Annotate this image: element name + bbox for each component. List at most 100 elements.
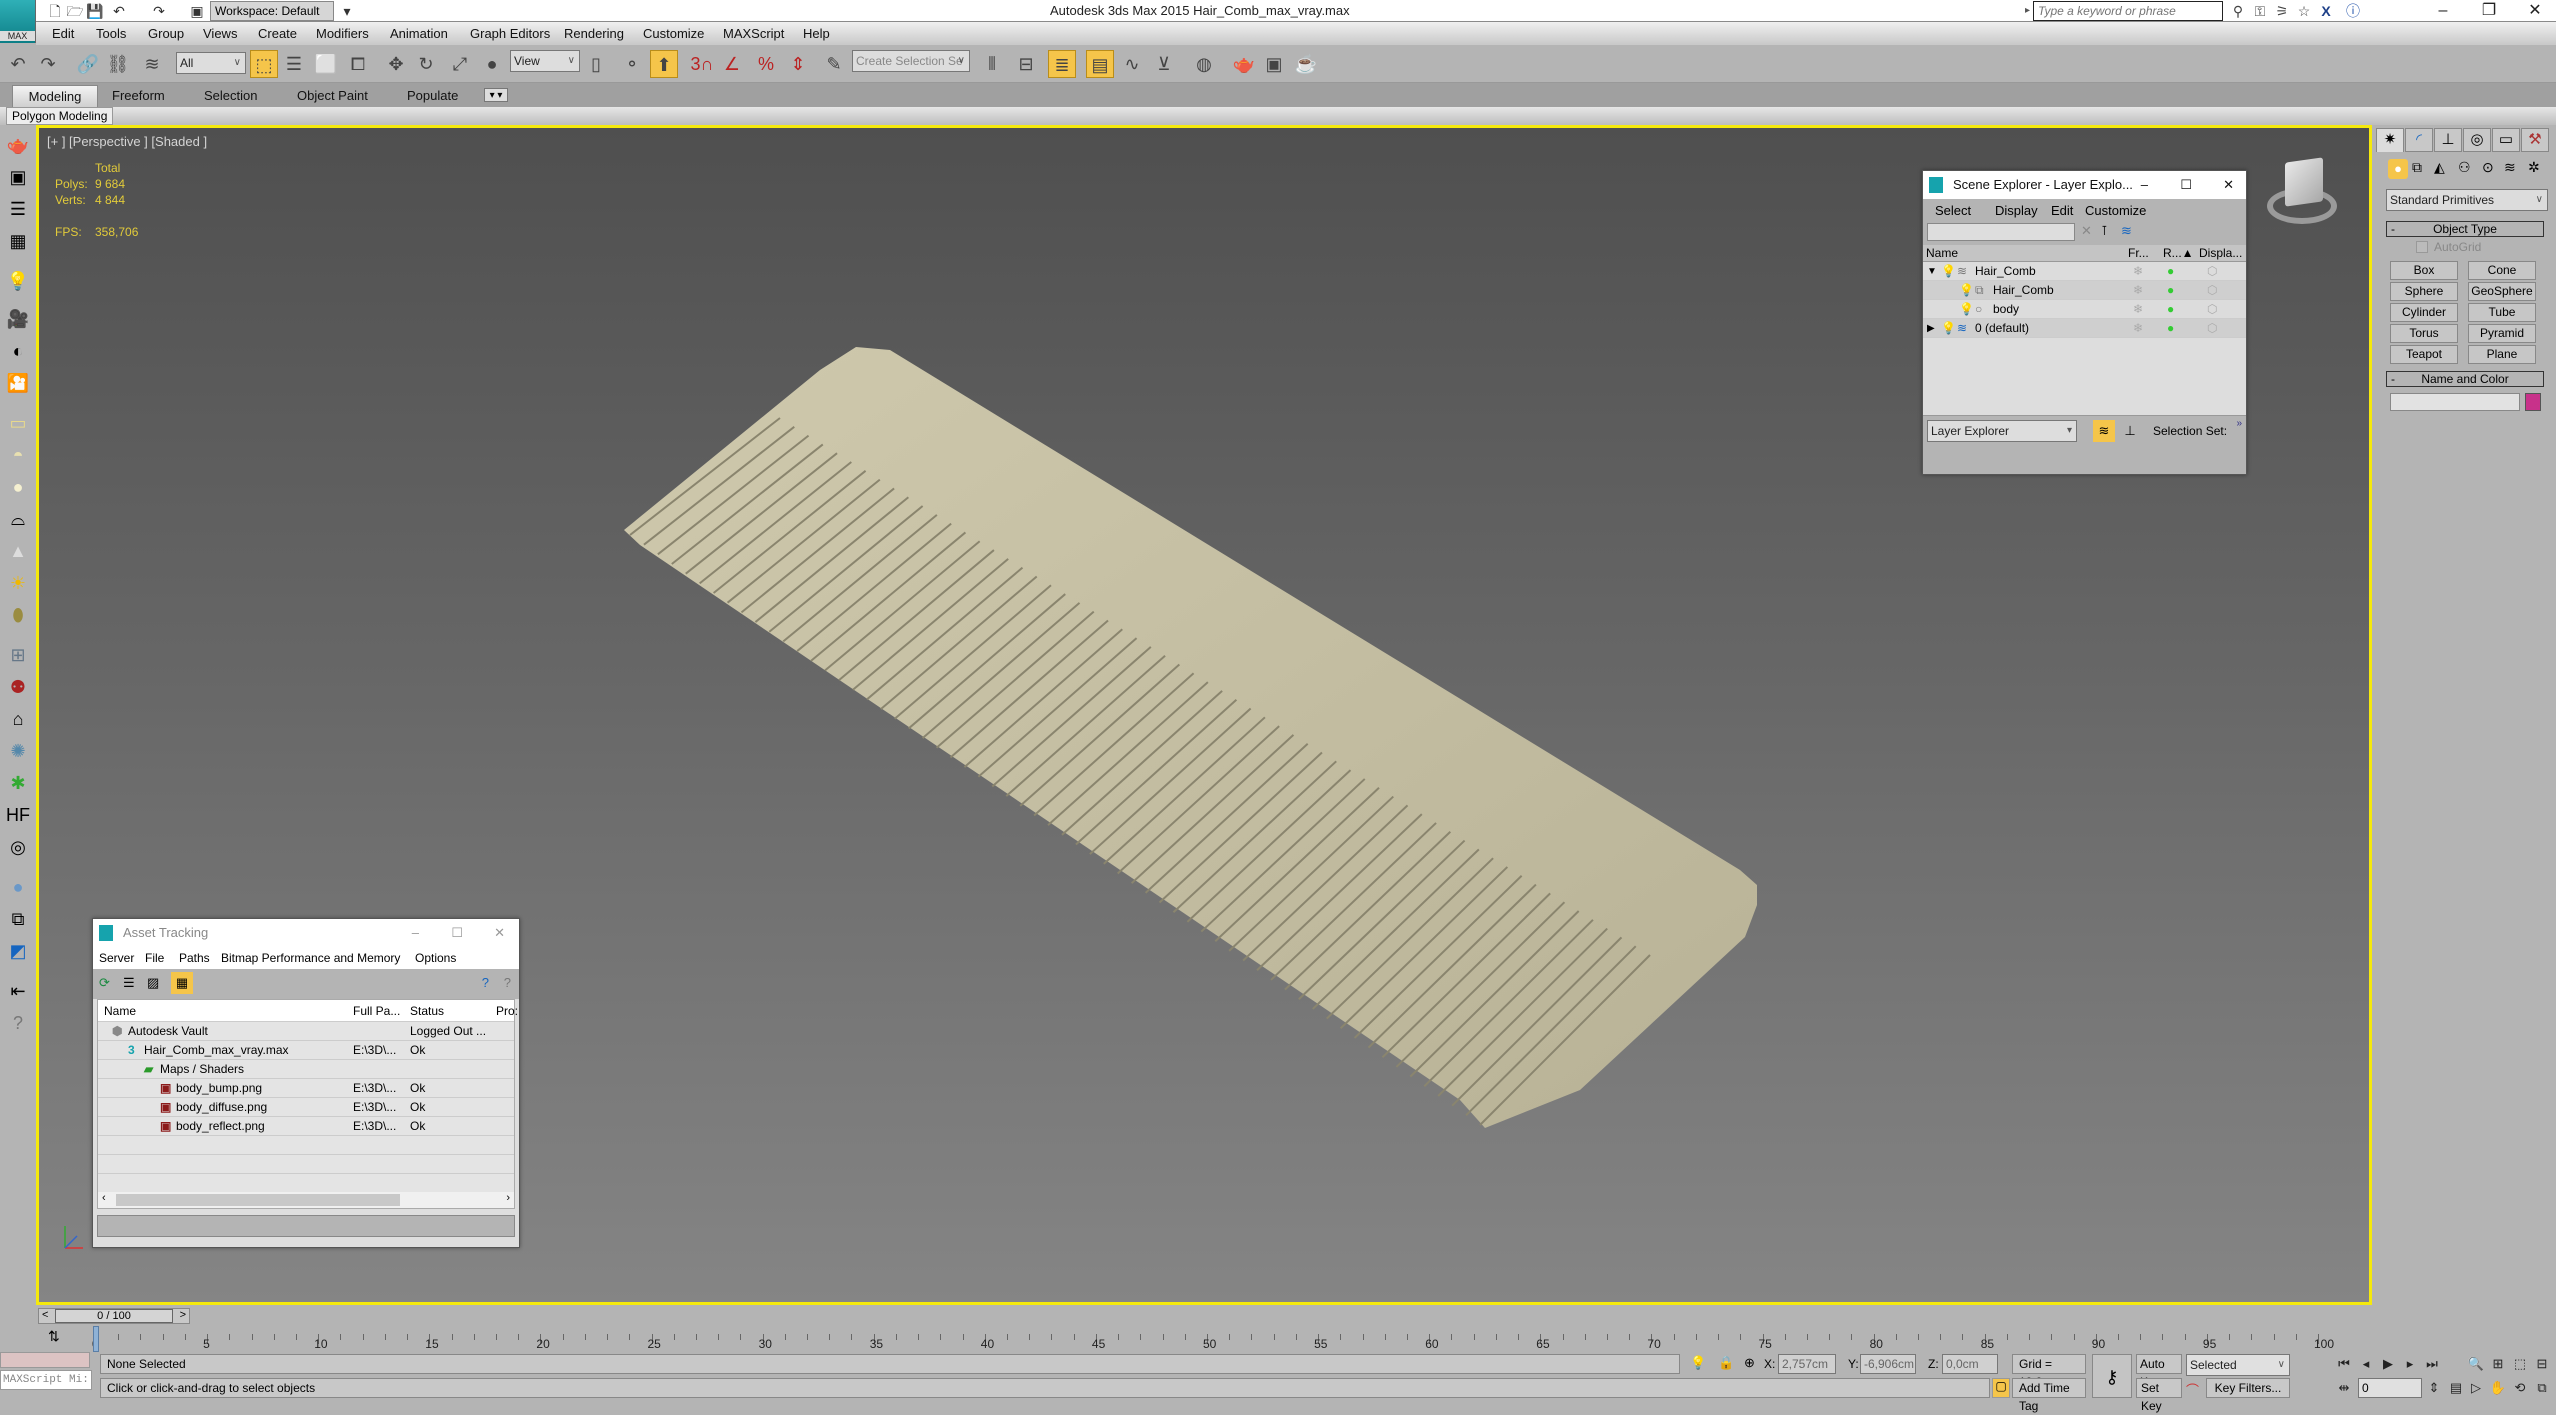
workspace-dropdown[interactable]: Workspace: Default xyxy=(210,1,334,21)
reference-coordinate-dropdown[interactable]: View ∨ xyxy=(510,50,580,72)
help-question-icon[interactable]: ? xyxy=(4,1010,32,1036)
teapot-render-icon[interactable]: 🫖 xyxy=(4,132,32,158)
bind-to-space-warp-icon[interactable]: ≋ xyxy=(138,50,166,78)
table-view-icon[interactable]: ▦ xyxy=(171,972,193,994)
spinner-snap-icon[interactable]: ⇕ xyxy=(784,50,812,78)
mirror-icon[interactable]: ⫴ xyxy=(978,50,1006,78)
key-mode-dropdown[interactable]: Selected ∨ xyxy=(2186,1354,2290,1376)
select-object-icon[interactable]: ⬚ xyxy=(250,50,278,78)
renderable-teapot-icon[interactable]: ● xyxy=(2167,262,2174,281)
search-expand-icon[interactable]: ▸ xyxy=(2025,5,2030,16)
ribbon-tab-modeling[interactable]: Modeling xyxy=(12,85,98,107)
select-and-place-icon[interactable]: ● xyxy=(478,50,506,78)
scene-tree-row[interactable]: 💡 ⧉ Hair_Comb ❄ ● ⬡ xyxy=(1923,281,2246,300)
menu-file[interactable]: File xyxy=(145,951,164,965)
time-tag-icon[interactable]: ▢ xyxy=(1992,1378,2010,1398)
visibility-bulb-icon[interactable]: 💡 xyxy=(1941,319,1956,338)
select-manipulate-icon[interactable]: ⚬ xyxy=(618,50,646,78)
create-cylinder-button[interactable]: Cylinder xyxy=(2390,303,2458,322)
toggle-scene-explorer-icon[interactable]: ≣ xyxy=(1048,50,1076,78)
project-folder-icon[interactable]: ▣ xyxy=(188,2,206,20)
go-to-start-icon[interactable]: ⏮ xyxy=(2334,1354,2354,1374)
object-type-rollout-header[interactable]: - Object Type xyxy=(2386,221,2544,237)
sun-icon[interactable]: ☀ xyxy=(4,570,32,596)
save-file-icon[interactable]: 💾 xyxy=(86,2,104,20)
select-and-move-icon[interactable]: ✥ xyxy=(382,50,410,78)
go-to-end-icon[interactable]: ⏭ xyxy=(2422,1354,2442,1374)
visibility-bulb-icon[interactable]: 💡 xyxy=(1941,262,1956,281)
key-tangent-icon[interactable]: ⌒ xyxy=(2186,1380,2199,1399)
time-slider[interactable]: < 0 / 100 > xyxy=(38,1308,190,1324)
menu-tools[interactable]: Tools xyxy=(96,26,126,41)
satellite-icon[interactable]: ⚞ xyxy=(2272,2,2292,20)
whats-this-icon[interactable]: ? xyxy=(504,975,511,990)
zoom-icon[interactable]: 🔍 xyxy=(2466,1354,2486,1374)
sort-by-hierarchy-icon[interactable]: ⊥ xyxy=(2119,420,2141,442)
exchange-icon[interactable]: X xyxy=(2316,2,2336,20)
create-plane-button[interactable]: Plane xyxy=(2468,345,2536,364)
scroll-right-icon[interactable]: › xyxy=(506,1192,510,1204)
menu-edit[interactable]: Edit xyxy=(52,26,74,41)
scene-item-name[interactable]: 0 (default) xyxy=(1975,319,2029,338)
frozen-snowflake-icon[interactable]: ❄ xyxy=(2133,300,2143,319)
horizontal-scrollbar[interactable]: ‹ › xyxy=(98,1192,514,1208)
display-box-icon[interactable]: ⬡ xyxy=(2207,281,2217,300)
sphere-light-icon[interactable]: ● xyxy=(4,474,32,500)
filter-icon[interactable]: ⊺ xyxy=(2101,223,2108,239)
ribbon-options-icon[interactable]: ▾ ▾ xyxy=(484,88,508,102)
sort-by-layers-icon[interactable]: ≋ xyxy=(2093,420,2115,442)
column-name[interactable]: Name xyxy=(1926,246,1958,260)
zoom-all-icon[interactable]: ⊞ xyxy=(2488,1354,2508,1374)
orbit-icon[interactable]: ⟲ xyxy=(2510,1378,2530,1398)
scene-item-name[interactable]: Hair_Comb xyxy=(1975,262,2036,281)
ribbon-tab-freeform[interactable]: Freeform xyxy=(100,85,177,107)
menu-rendering[interactable]: Rendering xyxy=(564,26,624,41)
play-icon[interactable]: ▶ xyxy=(2378,1354,2398,1374)
minimize-button[interactable]: – xyxy=(412,919,419,947)
current-frame-field[interactable] xyxy=(2358,1378,2422,1398)
curve-editor-icon[interactable]: ∿ xyxy=(1118,50,1146,78)
helpers-icon[interactable]: ⊙ xyxy=(2482,159,2494,176)
select-and-link-icon[interactable]: 🔗 xyxy=(74,50,102,78)
scene-tree-row[interactable]: ▶ 💡 ≋ 0 (default) ❄ ● ⬡ xyxy=(1923,319,2246,338)
expand-toolbar-icon[interactable]: » xyxy=(2236,418,2242,429)
space-warps-icon[interactable]: ≋ xyxy=(2504,159,2516,176)
window-crossing-icon[interactable]: ⧠ xyxy=(344,50,372,78)
create-torus-button[interactable]: Torus xyxy=(2390,324,2458,343)
scene-tree-row[interactable]: ▼ 💡 ≋ Hair_Comb ❄ ● ⬡ xyxy=(1923,262,2246,281)
snaps-toggle-icon[interactable]: 3∩ xyxy=(688,50,716,78)
menu-animation[interactable]: Animation xyxy=(390,26,448,41)
object-color-swatch[interactable] xyxy=(2525,393,2541,411)
thumbnail-view-icon[interactable]: ▨ xyxy=(147,975,159,991)
menu-customize[interactable]: Customize xyxy=(2085,203,2146,218)
menu-group[interactable]: Group xyxy=(148,26,184,41)
render-frame-icon[interactable]: ▣ xyxy=(4,164,32,190)
asset-row[interactable]: ▣ body_reflect.png E:\3D\... Ok xyxy=(98,1117,514,1136)
renderable-teapot-icon[interactable]: ● xyxy=(2167,300,2174,319)
geometry-icon[interactable]: ● xyxy=(2388,159,2408,179)
ies-light-icon[interactable]: ▲ xyxy=(4,538,32,564)
plane-light-icon[interactable]: ▭ xyxy=(4,410,32,436)
ribbon-tab-object-paint[interactable]: Object Paint xyxy=(285,85,380,107)
frozen-snowflake-icon[interactable]: ❄ xyxy=(2133,281,2143,300)
pan-view-icon[interactable]: ✋ xyxy=(2488,1378,2508,1398)
material-editor-icon[interactable]: ◍ xyxy=(1190,50,1218,78)
select-and-rotate-icon[interactable]: ↻ xyxy=(412,50,440,78)
create-tab-icon[interactable]: ✷ xyxy=(2376,128,2404,152)
rectangular-selection-icon[interactable]: ⬜ xyxy=(312,50,340,78)
hierarchy-tab-icon[interactable]: ⊥ xyxy=(2434,128,2462,152)
auto-key-button[interactable]: Auto Key xyxy=(2136,1354,2182,1389)
menu-bitmap-performance[interactable]: Bitmap Performance and Memory xyxy=(221,951,400,965)
modify-tab-icon[interactable]: ◜ xyxy=(2405,128,2433,152)
autogrid-checkbox[interactable] xyxy=(2416,241,2428,253)
asset-tracking-titlebar[interactable]: Asset Tracking – ☐ ✕ xyxy=(93,919,519,947)
y-coordinate-field[interactable]: -6,906cm xyxy=(1860,1354,1916,1374)
menu-server[interactable]: Server xyxy=(99,951,134,965)
current-frame-marker[interactable] xyxy=(93,1326,99,1352)
mesh-light-icon[interactable]: ⌓ xyxy=(4,506,32,532)
render-region-icon[interactable]: ◩ xyxy=(4,938,32,964)
key-mode-toggle-icon[interactable]: ⇹ xyxy=(2334,1378,2354,1398)
displacement-icon[interactable]: ⊞ xyxy=(4,642,32,668)
frozen-snowflake-icon[interactable]: ❄ xyxy=(2133,262,2143,281)
ambient-light-icon[interactable]: ⬮ xyxy=(4,602,32,628)
